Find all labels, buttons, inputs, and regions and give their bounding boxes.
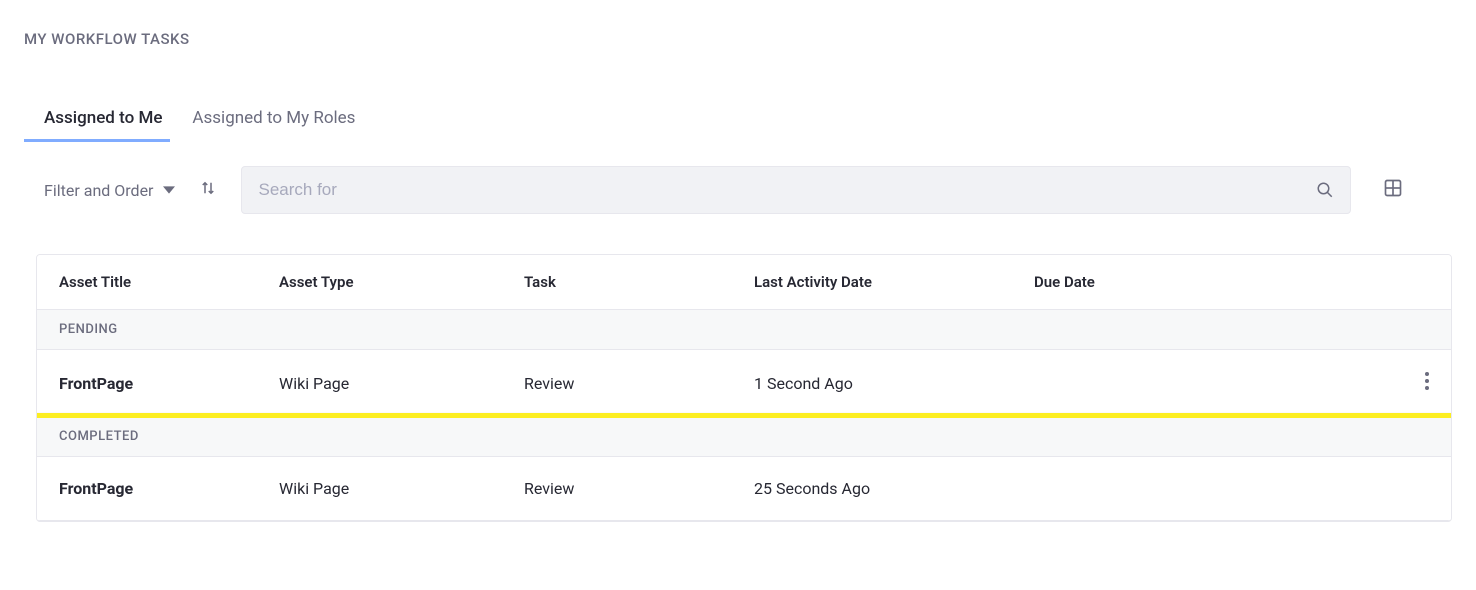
cell-task: Review	[524, 374, 754, 393]
sort-toggle-button[interactable]	[199, 179, 217, 201]
cell-asset-type: Wiki Page	[279, 374, 524, 393]
tabs: Assigned to Me Assigned to My Roles	[24, 108, 1452, 142]
table-row[interactable]: FrontPage Wiki Page Review 25 Seconds Ag…	[37, 457, 1451, 521]
caret-down-icon	[163, 181, 175, 200]
group-completed: COMPLETED	[37, 417, 1451, 457]
toolbar: Filter and Order	[24, 166, 1452, 214]
table-header: Asset Title Asset Type Task Last Activit…	[37, 255, 1451, 310]
table-row[interactable]: FrontPage Wiki Page Review 1 Second Ago	[37, 350, 1451, 417]
col-asset-title[interactable]: Asset Title	[59, 273, 279, 291]
search-box	[241, 166, 1351, 214]
cell-last-activity: 1 Second Ago	[754, 374, 1034, 393]
search-icon[interactable]	[1316, 181, 1334, 199]
sort-arrows-icon	[199, 179, 217, 201]
row-actions-button[interactable]	[1425, 372, 1429, 394]
cell-task: Review	[524, 479, 754, 498]
search-input[interactable]	[258, 180, 1316, 200]
cell-asset-type: Wiki Page	[279, 479, 524, 498]
cards-view-icon	[1383, 178, 1403, 202]
task-table: Asset Title Asset Type Task Last Activit…	[36, 254, 1452, 522]
cell-asset-title: FrontPage	[59, 479, 279, 498]
col-task[interactable]: Task	[524, 273, 754, 291]
tab-assigned-to-roles[interactable]: Assigned to My Roles	[192, 108, 355, 142]
kebab-icon	[1425, 372, 1429, 394]
col-last-activity[interactable]: Last Activity Date	[754, 273, 1034, 291]
cell-last-activity: 25 Seconds Ago	[754, 479, 1034, 498]
col-asset-type[interactable]: Asset Type	[279, 273, 524, 291]
group-pending: PENDING	[37, 310, 1451, 350]
cell-asset-title: FrontPage	[59, 374, 279, 393]
filter-order-dropdown[interactable]: Filter and Order	[44, 181, 175, 200]
page-title: MY WORKFLOW TASKS	[24, 30, 1452, 48]
filter-order-label: Filter and Order	[44, 181, 153, 200]
view-grid-button[interactable]	[1383, 178, 1403, 202]
col-due-date[interactable]: Due Date	[1034, 273, 1314, 291]
tab-assigned-to-me[interactable]: Assigned to Me	[44, 108, 162, 142]
